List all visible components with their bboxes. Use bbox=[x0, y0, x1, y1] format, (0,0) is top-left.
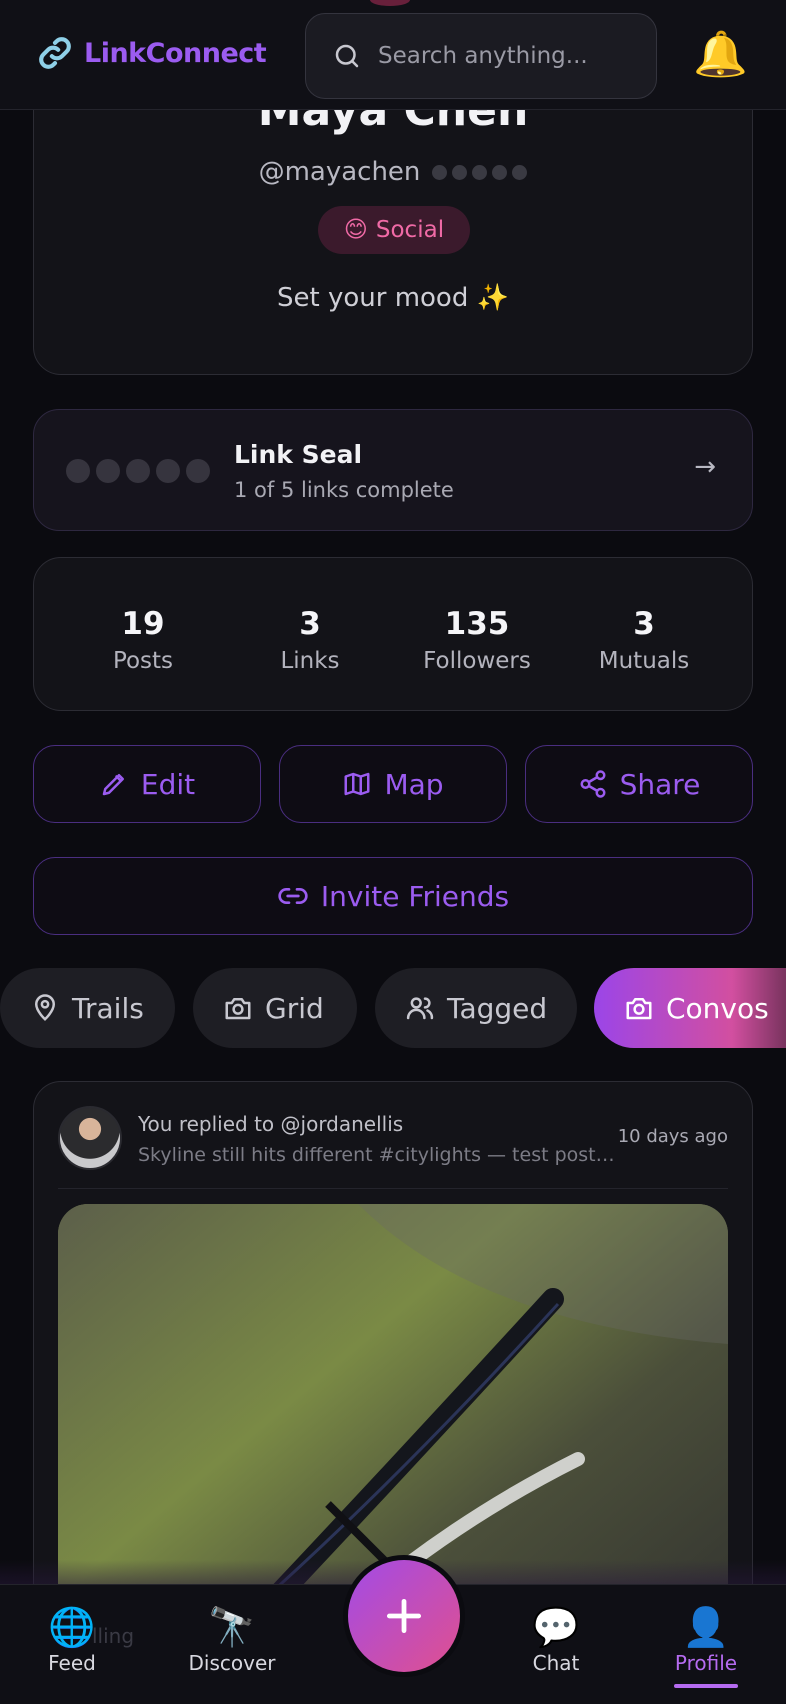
reply-line[interactable]: You replied to @jordanellis bbox=[138, 1112, 618, 1136]
seal-progress-dots bbox=[432, 164, 528, 180]
link-seal-title: Link Seal bbox=[234, 440, 363, 469]
handle-row: @mayachen bbox=[34, 157, 752, 187]
mood-badge-label: Social bbox=[375, 217, 445, 243]
app-name: LinkConnect bbox=[84, 37, 267, 69]
stat-posts[interactable]: 19 Posts bbox=[63, 606, 223, 674]
link-icon bbox=[278, 888, 308, 904]
search-input[interactable]: Search anything... bbox=[305, 13, 657, 99]
stats-card: 19 Posts 3 Links 135 Followers 3 Mutuals bbox=[33, 557, 753, 711]
stat-links[interactable]: 3 Links bbox=[230, 606, 390, 674]
set-mood-prompt[interactable]: Set your mood ✨ bbox=[34, 283, 752, 313]
create-post-button[interactable] bbox=[348, 1560, 460, 1672]
smile-icon: 😊 bbox=[343, 217, 368, 243]
plus-icon bbox=[386, 1598, 422, 1634]
post-meta: You replied to @jordanellis Skyline stil… bbox=[138, 1112, 618, 1166]
user-icon: 👤 bbox=[682, 1605, 730, 1649]
tab-convos[interactable]: Convos bbox=[594, 968, 786, 1048]
bell-icon[interactable]: 🔔 bbox=[693, 30, 748, 80]
camera-icon bbox=[225, 998, 251, 1020]
stat-mutuals[interactable]: 3 Mutuals bbox=[564, 606, 724, 674]
search-icon bbox=[335, 44, 359, 68]
camera-icon bbox=[626, 998, 652, 1020]
link-seal-subtitle: 1 of 5 links complete bbox=[234, 478, 454, 502]
search-placeholder: Search anything... bbox=[378, 43, 588, 69]
tab-trails[interactable]: Trails bbox=[0, 968, 175, 1048]
map-button[interactable]: Map bbox=[279, 745, 507, 823]
nav-profile[interactable]: 👤 Profile bbox=[641, 1605, 771, 1675]
post-snippet: Skyline still hits different #citylights… bbox=[138, 1144, 618, 1166]
stat-followers[interactable]: 135 Followers bbox=[397, 606, 557, 674]
map-pin-icon bbox=[34, 994, 56, 1021]
invite-friends-button[interactable]: Invite Friends bbox=[33, 857, 753, 935]
profile-tabs: Trails Grid Tagged Convos bbox=[0, 968, 786, 1048]
nav-chat[interactable]: 💬 Chat bbox=[491, 1605, 621, 1675]
brand[interactable]: LinkConnect bbox=[36, 34, 267, 72]
link-icon bbox=[39, 37, 71, 69]
tab-tagged[interactable]: Tagged bbox=[375, 968, 577, 1048]
tab-grid[interactable]: Grid bbox=[193, 968, 357, 1048]
link-seal-card[interactable]: Link Seal 1 of 5 links complete → bbox=[33, 409, 753, 531]
pencil-icon bbox=[102, 774, 124, 796]
top-bar: LinkConnect Search anything... 🔔 bbox=[0, 0, 786, 110]
avatar[interactable] bbox=[58, 1106, 122, 1170]
users-icon bbox=[406, 997, 434, 1020]
mood-badge[interactable]: 😊 Social bbox=[318, 206, 470, 254]
active-tab-indicator bbox=[674, 1684, 738, 1688]
arrow-right-icon: → bbox=[694, 452, 716, 482]
telescope-icon: 🔭 bbox=[208, 1605, 256, 1649]
divider bbox=[58, 1188, 728, 1189]
map-icon bbox=[344, 772, 370, 796]
share-button[interactable]: Share bbox=[525, 745, 753, 823]
faded-background-text: lling bbox=[92, 1624, 135, 1648]
chat-bubble-icon: 💬 bbox=[532, 1605, 580, 1649]
share-icon bbox=[580, 770, 606, 798]
profile-handle: @mayachen bbox=[258, 157, 421, 187]
edit-button[interactable]: Edit bbox=[33, 745, 261, 823]
seal-dots bbox=[66, 459, 210, 483]
post-timestamp: 10 days ago bbox=[617, 1126, 728, 1147]
nav-discover[interactable]: 🔭 Discover bbox=[167, 1605, 297, 1675]
